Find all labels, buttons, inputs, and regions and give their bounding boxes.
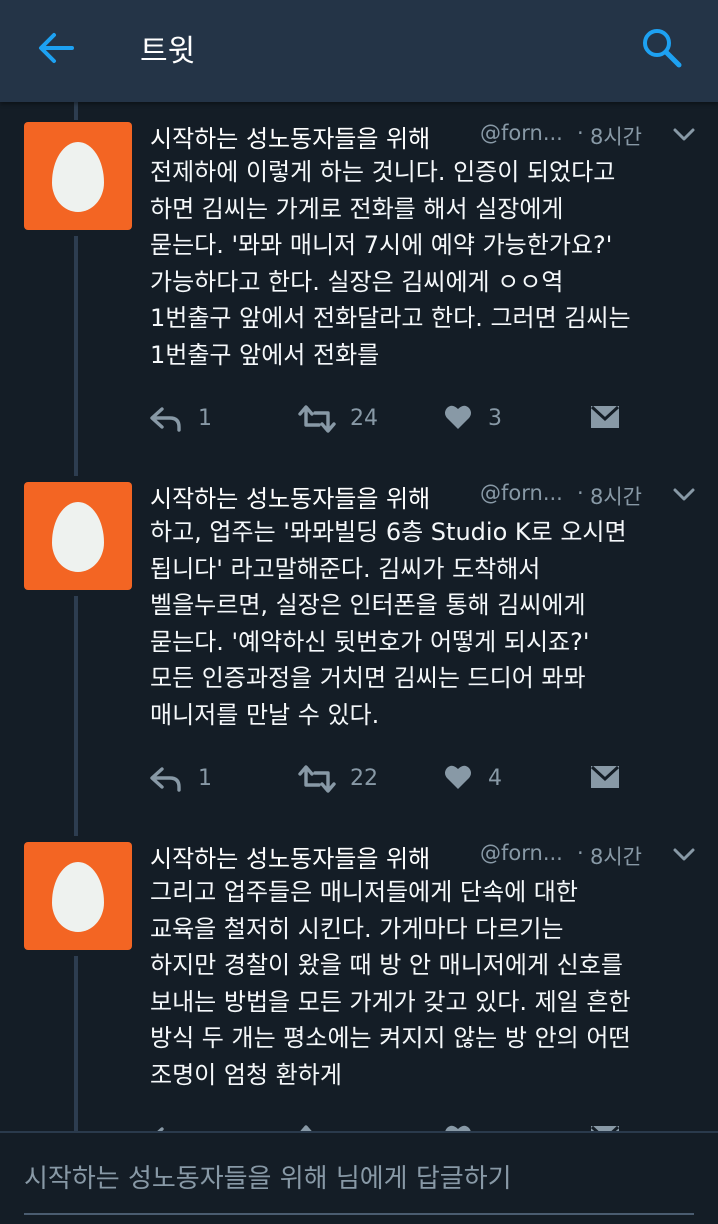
separator-dot: · [577, 481, 584, 505]
reply-icon [150, 407, 181, 432]
default-egg-avatar-icon [52, 142, 104, 212]
direct-message-button[interactable] [590, 760, 622, 800]
tweet-text: 그리고 업주들은 매니저들에게 단속에 대한 교육을 철저히 시킨다. 가게마다… [150, 874, 702, 1093]
retweet-icon [298, 405, 336, 433]
tweet-text: 하고, 업주는 '뫄뫄빌딩 6층 Studio K로 오시면 됩니다' 라고말해… [150, 514, 702, 733]
reply-count: 1 [198, 406, 212, 431]
separator-dot: · [577, 841, 584, 865]
tweet[interactable]: 시작하는 성노동자들을 위해 @forn... · 8시간 그리고 업주들은 매… [0, 820, 718, 1180]
tweet-text-line: 전제하에 이렇게 하는 것니다. 인증이 되었다고 [150, 158, 616, 186]
tweet[interactable]: 시작하는 성노동자들을 위해 @forn... · 8시간 전제하에 이렇게 하… [0, 100, 718, 460]
chevron-down-icon[interactable] [672, 127, 696, 143]
like-count: 3 [488, 406, 502, 431]
tweet-text-line: 가능하다고 한다. 실장은 김씨에게 ㅇㅇ역 [150, 267, 564, 296]
retweet-count: 22 [350, 766, 378, 791]
tweet-text-line: 1번출구 앞에서 전화를 [150, 340, 380, 369]
tweet-text-line: 하지만 경찰이 왔을 때 방 안 매니저에게 신호를 [150, 951, 623, 979]
tweet-header: 시작하는 성노동자들을 위해 @forn... · 8시간 [150, 119, 710, 153]
tweet-text-line: 방식 두 개는 평소에는 켜지지 않는 방 안의 어떤 [150, 1024, 631, 1052]
default-egg-avatar-icon [52, 862, 104, 932]
timestamp: 8시간 [590, 125, 643, 149]
tweet-text-line: 하면 김씨는 가게로 전화를 해서 실장에게 [150, 194, 564, 223]
arrow-left-icon[interactable] [36, 28, 76, 68]
like-button[interactable]: 4 [444, 760, 514, 800]
heart-icon [445, 765, 471, 789]
avatar[interactable] [24, 122, 132, 230]
avatar[interactable] [24, 482, 132, 590]
tweet-text-line: 하고, 업주는 '뫄뫄빌딩 6층 Studio K로 오시면 [150, 518, 627, 546]
tweet-text-line: 조명이 엄청 환하게 [150, 1060, 342, 1089]
user-handle[interactable]: @forn... [480, 481, 563, 505]
heart-icon [445, 405, 471, 429]
tweet-actions: 1 24 3 [150, 400, 670, 440]
retweet-count: 24 [350, 406, 378, 431]
search-icon[interactable] [640, 26, 684, 70]
reply-button[interactable]: 1 [150, 400, 220, 440]
tweet-text-line: 모든 인증과정을 거치면 김씨는 드디어 뫄뫄 [150, 664, 586, 692]
display-name[interactable]: 시작하는 성노동자들을 위해 [150, 839, 430, 874]
tweet-text-line: 묻는다. '뫄뫄 매니저 7시에 예약 가능한가요?' [150, 231, 613, 259]
reply-input-underline [24, 1213, 694, 1215]
page-title: 트윗 [140, 34, 196, 69]
tweet-header: 시작하는 성노동자들을 위해 @forn... · 8시간 [150, 839, 710, 873]
retweet-button[interactable]: 22 [298, 760, 398, 800]
tweet-text-line: 그리고 업주들은 매니저들에게 단속에 대한 [150, 878, 578, 906]
tweet[interactable]: 시작하는 성노동자들을 위해 @forn... · 8시간 하고, 업주는 '뫄… [0, 460, 718, 820]
retweet-button[interactable]: 24 [298, 400, 398, 440]
tweet-text-line: 묻는다. '예약하신 뒷번호가 어떻게 되시죠?' [150, 627, 590, 656]
separator-dot: · [577, 121, 584, 145]
tweet-text-line: 매니저를 만날 수 있다. [150, 700, 380, 729]
tweet-actions: 1 22 4 [150, 760, 670, 800]
direct-message-button[interactable] [590, 400, 622, 440]
tweet-text: 전제하에 이렇게 하는 것니다. 인증이 되었다고 하면 김씨는 가게로 전화를… [150, 154, 702, 373]
tweet-text-line: 교육을 철저히 시킨다. 가게마다 다르기는 [150, 914, 564, 943]
default-egg-avatar-icon [52, 502, 104, 572]
tweet-text-line: 벨을누르면, 실장은 인터폰을 통해 김씨에게 [150, 591, 586, 619]
user-handle[interactable]: @forn... [480, 121, 563, 145]
reply-input[interactable] [24, 1159, 694, 1199]
like-button[interactable]: 3 [444, 400, 514, 440]
envelope-icon [590, 405, 620, 428]
tweet-text-line: 됩니다' 라고말해준다. 김씨가 도착해서 [150, 554, 541, 583]
display-name[interactable]: 시작하는 성노동자들을 위해 [150, 479, 430, 514]
reply-button[interactable]: 1 [150, 760, 220, 800]
retweet-icon [298, 765, 336, 793]
reply-count: 1 [198, 766, 212, 791]
top-app-bar: 트윗 [0, 0, 718, 102]
chevron-down-icon[interactable] [672, 487, 696, 503]
chevron-down-icon[interactable] [672, 847, 696, 863]
tweet-header: 시작하는 성노동자들을 위해 @forn... · 8시간 [150, 479, 710, 513]
reply-icon [150, 767, 181, 792]
reply-composer-bar [0, 1131, 718, 1224]
timestamp: 8시간 [590, 845, 643, 869]
tweet-text-line: 보내는 방법을 모든 가게가 갖고 있다. 제일 흔한 [150, 987, 631, 1016]
envelope-icon [590, 765, 620, 788]
timestamp: 8시간 [590, 485, 643, 509]
display-name[interactable]: 시작하는 성노동자들을 위해 [150, 119, 430, 154]
tweet-text-line: 1번출구 앞에서 전화달라고 한다. 그러면 김씨는 [150, 304, 631, 332]
user-handle[interactable]: @forn... [480, 841, 563, 865]
like-count: 4 [488, 766, 502, 791]
avatar[interactable] [24, 842, 132, 950]
